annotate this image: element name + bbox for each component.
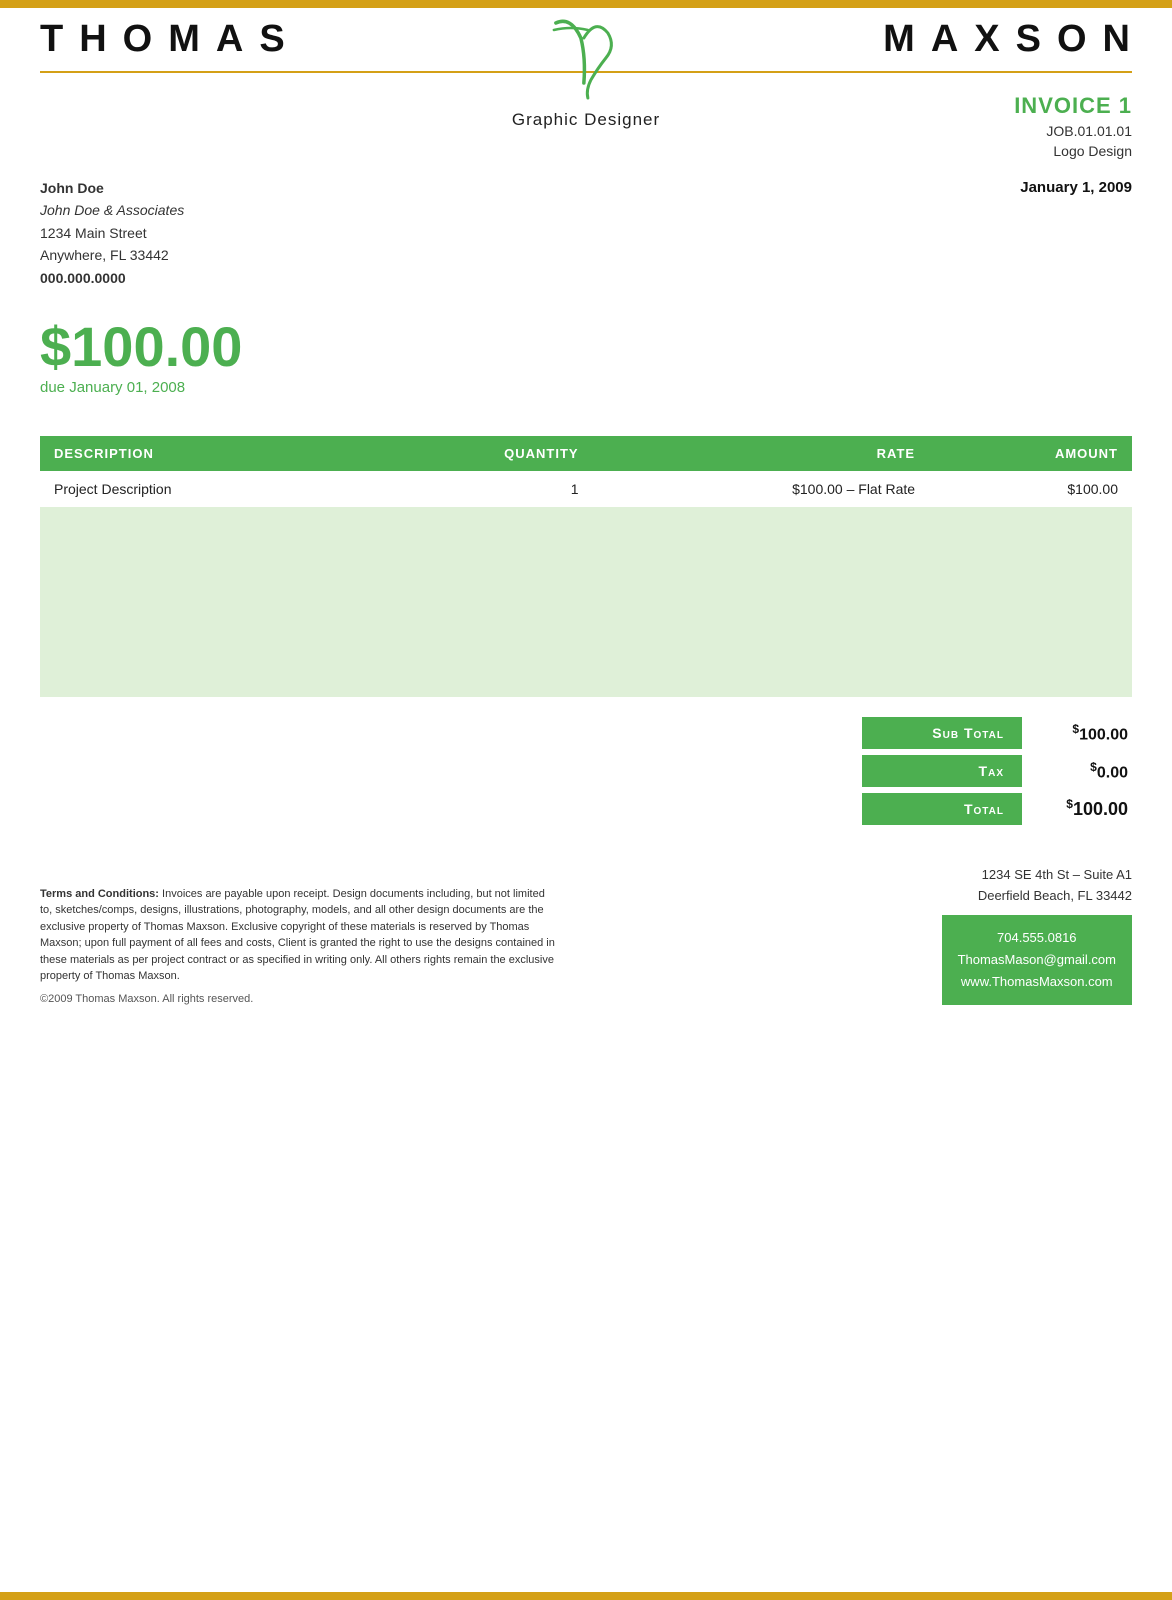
invoice-date: January 1, 2009 [1020, 179, 1132, 196]
invoice-table: Description Quantity Rate Amount Project… [40, 436, 1132, 697]
footer-phone: 704.555.0816 [958, 927, 1116, 949]
table-row-empty [40, 507, 1132, 545]
letter-H: H [79, 18, 108, 61]
tax-amount: 0.00 [1097, 764, 1128, 781]
amount-value: 100.00 [71, 315, 242, 378]
letter-M: M [168, 18, 202, 61]
letter-A2: A [931, 18, 960, 61]
cell-description: Project Description [40, 471, 364, 507]
letter-O2: O [1057, 18, 1089, 61]
total-label: Total [862, 793, 1022, 825]
terms-label: Terms and Conditions: [40, 888, 159, 900]
tax-row: Tax $0.00 [862, 755, 1132, 787]
col-description: Description [40, 436, 364, 471]
table-row-empty [40, 545, 1132, 583]
footer-copyright: ©2009 Thomas Maxson. All rights reserved… [40, 993, 560, 1005]
footer-website: www.ThomasMaxson.com [958, 971, 1116, 993]
footer-left: Terms and Conditions: Invoices are payab… [40, 886, 560, 1005]
footer-address-text: 1234 SE 4th St – Suite A1Deerfield Beach… [978, 867, 1132, 903]
subtotal-value: $100.00 [1022, 722, 1132, 744]
footer-contact-box: 704.555.0816 ThomasMason@gmail.com www.T… [942, 915, 1132, 1005]
subtotal-row: Sub Total $100.00 [862, 717, 1132, 749]
letter-T: T [40, 18, 65, 61]
cell-rate: $100.00 – Flat Rate [593, 471, 929, 507]
totals-section: Sub Total $100.00 Tax $0.00 Total $100.0… [40, 717, 1132, 825]
table-row-empty [40, 659, 1132, 697]
col-rate: Rate [593, 436, 929, 471]
client-info: John Doe John Doe & Associates 1234 Main… [40, 177, 184, 289]
subtotal-amount: 100.00 [1079, 726, 1128, 743]
footer-email: ThomasMason@gmail.com [958, 949, 1116, 971]
name-right: M A X S O N [883, 18, 1132, 61]
amount-large: $100.00 [40, 319, 1132, 375]
amount-due-label: due January 01, 2008 [40, 379, 1132, 396]
tax-value: $0.00 [1022, 760, 1132, 782]
cell-amount: $100.00 [929, 471, 1132, 507]
tax-label: Tax [862, 755, 1022, 787]
client-phone: 000.000.0000 [40, 267, 184, 289]
header-top: T H O M A S Graphic Designer [0, 8, 1172, 71]
top-border [0, 0, 1172, 8]
bottom-border [0, 1592, 1172, 1600]
total-currency: $ [1066, 797, 1073, 811]
col-quantity: Quantity [364, 436, 592, 471]
footer-right: 1234 SE 4th St – Suite A1Deerfield Beach… [942, 865, 1132, 1005]
table-row-empty [40, 621, 1132, 659]
letter-N: N [1103, 18, 1132, 61]
letter-M2: M [883, 18, 917, 61]
logo-subtitle: Graphic Designer [512, 110, 660, 130]
client-address-2: Anywhere, FL 33442 [40, 244, 184, 266]
tax-currency: $ [1090, 760, 1097, 774]
invoice-job-name: Logo Design [40, 143, 1132, 159]
total-amount: 100.00 [1073, 799, 1128, 819]
letter-A: A [216, 18, 245, 61]
total-row: Total $100.00 [862, 793, 1132, 825]
terms-text: Invoices are payable upon receipt. Desig… [40, 888, 555, 983]
client-date-row: John Doe John Doe & Associates 1234 Main… [0, 159, 1172, 289]
center-logo: Graphic Designer [512, 8, 660, 130]
client-company: John Doe & Associates [40, 199, 184, 221]
letter-S: S [259, 18, 286, 61]
amount-due-section: $100.00 due January 01, 2008 [0, 289, 1172, 406]
client-name: John Doe [40, 177, 184, 199]
cell-quantity: 1 [364, 471, 592, 507]
letter-S2: S [1016, 18, 1043, 61]
table-row-empty [40, 583, 1132, 621]
letter-O: O [123, 18, 155, 61]
total-value: $100.00 [1022, 797, 1132, 820]
name-left: T H O M A S [40, 18, 287, 61]
logo-monogram [536, 8, 636, 108]
table-header-row: Description Quantity Rate Amount [40, 436, 1132, 471]
amount-symbol: $ [40, 315, 71, 378]
footer-address: 1234 SE 4th St – Suite A1Deerfield Beach… [942, 865, 1132, 907]
name-row: T H O M A S Graphic Designer [40, 18, 1132, 61]
footer-section: Terms and Conditions: Invoices are payab… [0, 865, 1172, 1005]
table-row: Project Description 1 $100.00 – Flat Rat… [40, 471, 1132, 507]
col-amount: Amount [929, 436, 1132, 471]
subtotal-label: Sub Total [862, 717, 1022, 749]
client-address-1: 1234 Main Street [40, 222, 184, 244]
letter-X: X [974, 18, 1001, 61]
footer-terms: Terms and Conditions: Invoices are payab… [40, 886, 560, 985]
